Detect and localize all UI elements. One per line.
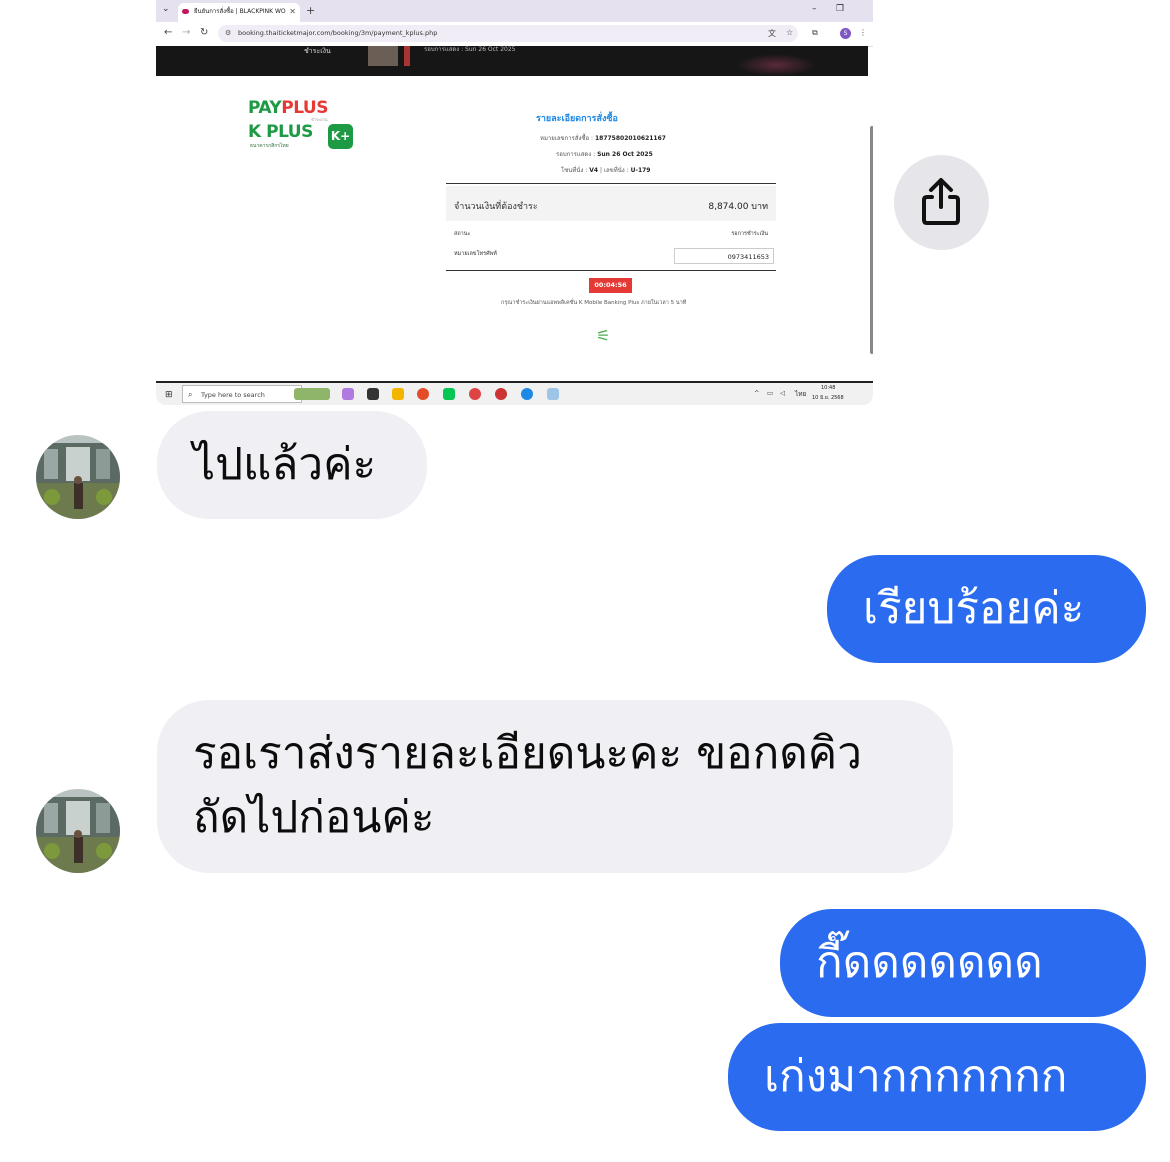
language-indicator[interactable]: ไทย (795, 389, 806, 399)
chrome-profile-2-icon[interactable] (495, 388, 507, 400)
restore-icon[interactable]: ❐ (836, 4, 844, 14)
seat-line: โซนที่นั่ง : V4 | เลขที่นั่ง : U-179 (561, 167, 651, 174)
message-text: รอเราส่งรายละเอียดนะคะ ขอกดคิวถัดไปก่อนค… (193, 728, 862, 843)
banner-date-label: รอบการแสดง : Sun 26 Oct 2025 (424, 46, 516, 53)
order-title: รายละเอียดการสั่งซื้อ (536, 114, 618, 124)
payment-instruction: กรุณาชำระเงินผ่านแอพพลิเคชั่น K Mobile B… (501, 300, 687, 306)
line-icon[interactable] (443, 388, 455, 400)
app-icon[interactable] (367, 388, 379, 400)
event-banner: ชำระเงิน รอบการแสดง : Sun 26 Oct 2025 (156, 46, 868, 76)
message-outgoing-1[interactable]: เรียบร้อยค่ะ (827, 555, 1146, 663)
tab-favicon-icon (182, 9, 189, 14)
app-2-icon[interactable] (547, 388, 559, 400)
message-text: เรียบร้อยค่ะ (863, 583, 1085, 634)
banner-step-label: ชำระเงิน (304, 47, 331, 55)
message-outgoing-2[interactable]: กี๊ดดดดดดด (780, 909, 1146, 1017)
amount-label: จำนวนเงินที่ต้องชำระ (454, 202, 538, 212)
back-icon[interactable]: ← (164, 27, 172, 38)
url-text: booking.thaiticketmajor.com/booking/3m/p… (238, 29, 438, 37)
forward-icon[interactable]: → (182, 27, 190, 38)
new-tab-icon[interactable]: + (306, 4, 315, 17)
share-button[interactable] (894, 155, 989, 250)
message-text: ไปแล้วค่ะ (193, 439, 377, 490)
volume-icon[interactable]: ◁ (780, 389, 785, 397)
payplus-sub: ชำระผ่าน (311, 117, 328, 122)
contact-avatar[interactable] (36, 435, 120, 519)
copilot-icon[interactable] (342, 388, 354, 400)
kplus-badge-icon: K+ (328, 124, 353, 149)
message-incoming-2[interactable]: รอเราส่งรายละเอียดนะคะ ขอกดคิวถัดไปก่อนค… (157, 700, 953, 873)
show-date-line: รอบการแสดง : Sun 26 Oct 2025 (556, 151, 653, 158)
extensions-icon[interactable]: ⧉ (812, 28, 818, 38)
news-widget-icon[interactable] (294, 388, 330, 400)
message-text: กี๊ดดดดดดด (816, 937, 1043, 988)
status-value: รอการชำระเงิน (731, 231, 768, 237)
message-text: เก่งมากกกกกกก (764, 1051, 1068, 1102)
amount-row: จำนวนเงินที่ต้องชำระ 8,874.00 บาท (446, 186, 776, 221)
profile-avatar[interactable]: S (840, 28, 851, 39)
event-thumbnail (368, 46, 398, 66)
message-outgoing-3[interactable]: เก่งมากกกกกกก (728, 1023, 1146, 1131)
site-info-icon[interactable]: ⚙ (225, 25, 231, 42)
clock-time: 10:48 (821, 385, 836, 391)
url-field[interactable]: ⚙ booking.thaiticketmajor.com/booking/3m… (218, 25, 798, 42)
phone-label: หมายเลขโทรศัพท์ (454, 251, 497, 257)
page-scrollbar[interactable] (870, 126, 873, 354)
browser-tab-bar: ⌄ ยืนยันการสั่งซื้อ | BLACKPINK WO ✕ + –… (156, 0, 873, 22)
chrome-profile-icon[interactable] (469, 388, 481, 400)
windows-start-icon[interactable]: ⊞ (165, 390, 173, 400)
search-icon: ⌕ (188, 390, 193, 399)
payment-page: PAYPLUS ชำระผ่าน K PLUS K+ ธนาคารกสิกรไท… (156, 76, 868, 381)
edge-icon[interactable] (521, 388, 533, 400)
browser-tab[interactable]: ยืนยันการสั่งซื้อ | BLACKPINK WO ✕ (178, 3, 300, 22)
clock-date: 10 มิ.ย. 2568 (812, 395, 844, 401)
event-thumbnail-strip (404, 46, 410, 66)
reload-icon[interactable]: ↻ (200, 27, 208, 38)
translate-icon[interactable]: 文 (768, 28, 776, 39)
shared-screenshot[interactable]: ⌄ ยืนยันการสั่งซื้อ | BLACKPINK WO ✕ + –… (156, 0, 873, 405)
avatar-photo (36, 435, 120, 519)
contact-avatar[interactable] (36, 789, 120, 873)
status-label: สถานะ (454, 231, 471, 237)
tray-chevron-icon[interactable]: ^ (754, 389, 759, 397)
bank-name: ธนาคารกสิกรไทย (250, 143, 289, 149)
tab-title: ยืนยันการสั่งซื้อ | BLACKPINK WO (194, 8, 286, 15)
payment-summary: จำนวนเงินที่ต้องชำระ 8,874.00 บาท สถานะ … (446, 183, 776, 271)
chrome-icon[interactable] (417, 388, 429, 400)
share-icon (922, 178, 960, 225)
message-incoming-1[interactable]: ไปแล้วค่ะ (157, 411, 427, 519)
windows-taskbar: ⊞ ⌕ Type here to search ^ ▭ ◁ ไทย 10:48 … (156, 381, 873, 405)
tab-close-icon[interactable]: ✕ (289, 3, 296, 20)
taskbar-search-placeholder: Type here to search (201, 391, 265, 399)
order-number-line: หมายเลขการสั่งซื้อ : 18775802010621167 (540, 135, 666, 142)
loading-spinner-icon: ⚟ (596, 326, 611, 345)
menu-kebab-icon[interactable]: ⋮ (859, 28, 867, 37)
minimize-icon[interactable]: – (812, 4, 817, 14)
banner-artwork (736, 54, 816, 76)
file-explorer-icon[interactable] (392, 388, 404, 400)
network-icon[interactable]: ▭ (767, 389, 773, 397)
payplus-logo: PAYPLUS (248, 98, 328, 118)
tab-search-dropdown-icon[interactable]: ⌄ (162, 4, 170, 14)
taskbar-search[interactable]: ⌕ Type here to search (182, 385, 302, 403)
avatar-photo (36, 789, 120, 873)
amount-value: 8,874.00 บาท (708, 202, 768, 212)
countdown-timer: 00:04:56 (589, 278, 632, 293)
phone-field[interactable]: 0973411653 (674, 248, 774, 264)
kplus-logo: K PLUS (248, 122, 313, 142)
bookmark-star-icon[interactable]: ☆ (786, 28, 793, 37)
